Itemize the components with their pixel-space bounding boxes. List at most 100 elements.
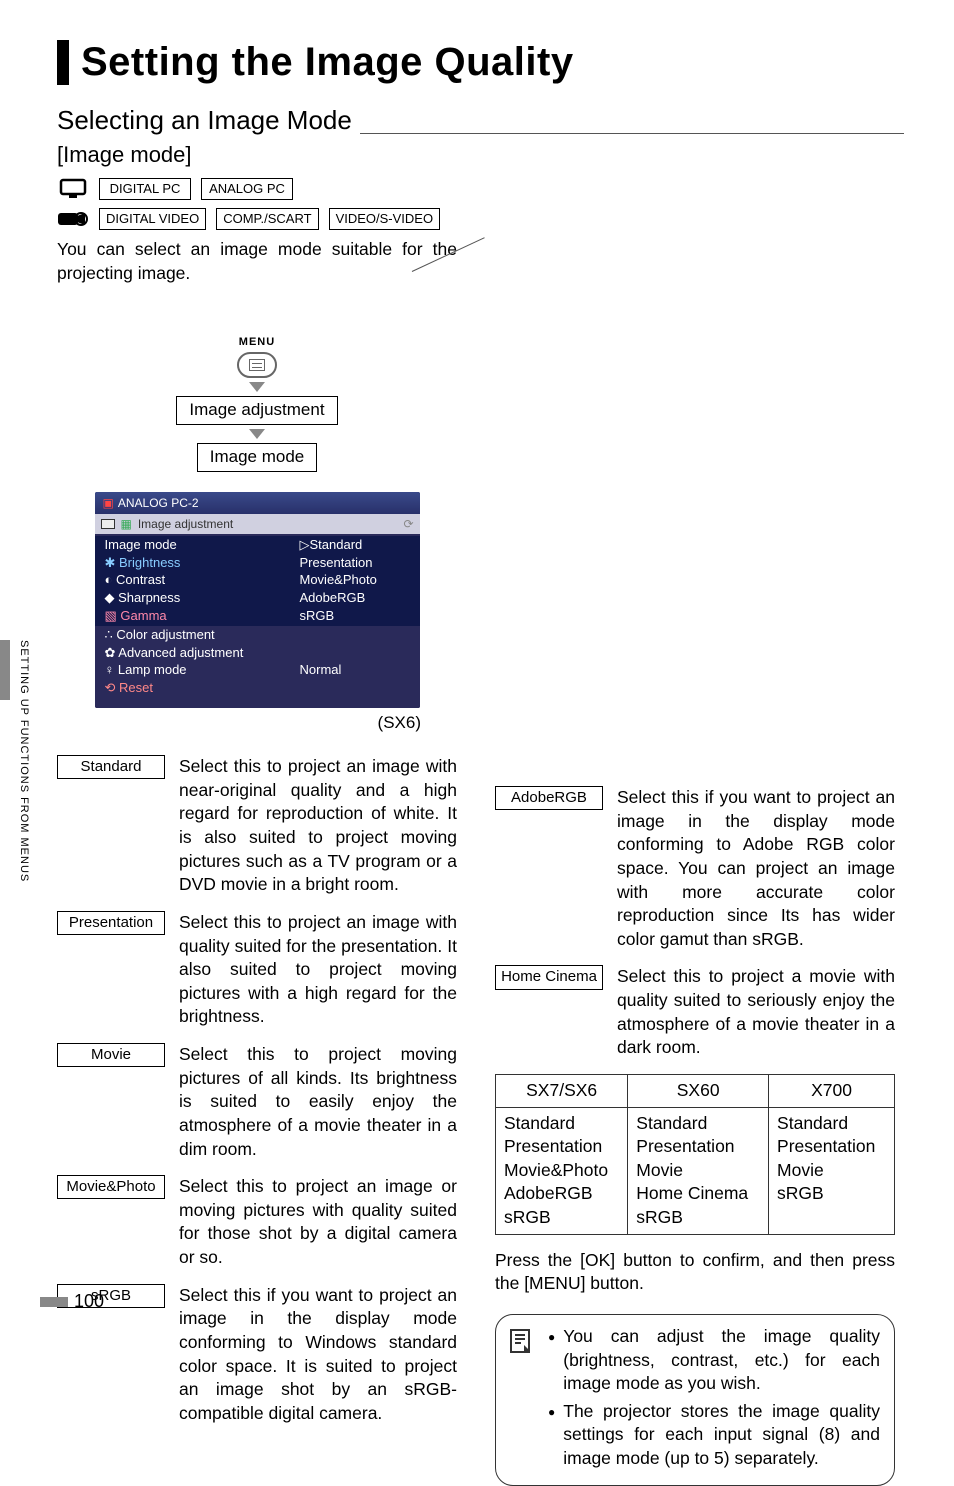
menu-sub-option: Presentation bbox=[300, 554, 410, 572]
page-number-bar bbox=[40, 1297, 68, 1307]
arrow-down-icon bbox=[249, 429, 265, 439]
table-header: SX60 bbox=[628, 1074, 769, 1107]
menu-sub-option: AdobeRGB bbox=[300, 589, 410, 607]
menu-item-key: Image mode bbox=[105, 536, 300, 554]
table-cell-value: Presentation bbox=[777, 1135, 886, 1159]
menu-sub-option: Movie&Photo bbox=[300, 571, 410, 589]
menu-item-key: ♀ Lamp mode bbox=[105, 661, 300, 679]
menu-header-text: ANALOG PC-2 bbox=[118, 496, 199, 510]
subsection-title: Selecting an Image Mode bbox=[57, 103, 362, 138]
mode-entry: AdobeRGB Select this if you want to proje… bbox=[495, 786, 895, 951]
table-cell: StandardPresentationMoviesRGB bbox=[769, 1107, 895, 1234]
table-cell-value: Standard bbox=[777, 1112, 886, 1136]
table-cell-value: Standard bbox=[636, 1112, 760, 1136]
mode-label: Standard bbox=[57, 755, 165, 779]
mode-entry: Movie Select this to project moving pictu… bbox=[57, 1043, 457, 1161]
table-cell: StandardPresentationMovieHome CinemasRGB bbox=[628, 1107, 769, 1234]
table-cell-value: Movie&Photo bbox=[504, 1159, 619, 1183]
menu-label: MENU bbox=[157, 335, 357, 350]
subsection-label: [Image mode] bbox=[57, 142, 904, 168]
pc-tag-row: DIGITAL PC ANALOG PC bbox=[57, 176, 457, 202]
tab-icon bbox=[101, 519, 115, 529]
tag-video-svideo: VIDEO/S-VIDEO bbox=[329, 208, 441, 230]
screenshot-caption: (SX6) bbox=[57, 712, 421, 735]
model-table: SX7/SX6SX60X700 StandardPresentationMovi… bbox=[495, 1074, 895, 1235]
mode-description: Select this to project an image with nea… bbox=[179, 755, 457, 897]
table-cell-value: Movie bbox=[777, 1159, 886, 1183]
mode-description: Select this to project a movie with qual… bbox=[617, 965, 895, 1060]
side-tab-bar bbox=[0, 640, 10, 700]
side-tab-text: SETTING UP FUNCTIONS FROM MENUS bbox=[18, 640, 29, 882]
table-cell-value: sRGB bbox=[636, 1206, 760, 1230]
menu-item-key: ◆ Sharpness bbox=[105, 589, 300, 607]
mode-label: Home Cinema bbox=[495, 965, 603, 989]
table-cell-value: sRGB bbox=[504, 1206, 619, 1230]
arrow-down-icon bbox=[249, 382, 265, 392]
title-bar: Setting the Image Quality bbox=[57, 40, 904, 85]
mode-entry: Home Cinema Select this to project a movi… bbox=[495, 965, 895, 1060]
content-columns: DIGITAL PC ANALOG PC DIGITAL VIDEO COMP.… bbox=[57, 176, 904, 1486]
menu-item-key: ✿ Advanced adjustment bbox=[105, 644, 410, 662]
mode-label: Presentation bbox=[57, 911, 165, 935]
right-column: AdobeRGB Select this if you want to proje… bbox=[495, 176, 895, 1486]
flow-step-1: Image adjustment bbox=[176, 396, 337, 425]
mode-entry: Standard Select this to project an image … bbox=[57, 755, 457, 897]
menu-button-icon bbox=[237, 352, 277, 378]
note-box: You can adjust the image quality (bright… bbox=[495, 1314, 895, 1486]
note-item: The projector stores the image quality s… bbox=[548, 1400, 880, 1471]
mode-description: Select this to project an image with qua… bbox=[179, 911, 457, 1029]
menu-header: ▣ANALOG PC-2 bbox=[95, 492, 420, 514]
menu-flow: MENU Image adjustment Image mode bbox=[157, 335, 357, 472]
mode-description: Select this if you want to project an im… bbox=[179, 1284, 457, 1426]
page-number-text: 100 bbox=[74, 1291, 104, 1311]
note-icon bbox=[506, 1327, 536, 1357]
menu-item-val: ▷Standard bbox=[300, 536, 410, 554]
table-cell-value: Presentation bbox=[504, 1135, 619, 1159]
menu-tabs: ▦ Image adjustment ⟳ bbox=[95, 514, 420, 534]
note-item: You can adjust the image quality (bright… bbox=[548, 1325, 880, 1396]
note-text: You can adjust the image quality (bright… bbox=[563, 1325, 880, 1396]
table-cell-value: AdobeRGB bbox=[504, 1182, 619, 1206]
mode-entry: sRGBSelect this if you want to project a… bbox=[57, 1284, 457, 1426]
mode-label: Movie bbox=[57, 1043, 165, 1067]
mode-label: AdobeRGB bbox=[495, 786, 603, 810]
flow-step-2: Image mode bbox=[197, 443, 318, 472]
table-header: X700 bbox=[769, 1074, 895, 1107]
note-list: You can adjust the image quality (bright… bbox=[548, 1325, 880, 1475]
mode-entry: Movie&Photo Select this to project an ima… bbox=[57, 1175, 457, 1270]
mode-description: Select this to project moving pictures o… bbox=[179, 1043, 457, 1161]
side-tab: SETTING UP FUNCTIONS FROM MENUS bbox=[0, 640, 22, 900]
menu-sub-option: sRGB bbox=[300, 607, 410, 625]
menu-body: Image mode ▷Standard ✱ BrightnessPresent… bbox=[95, 534, 420, 708]
table-cell-value: Movie bbox=[636, 1159, 760, 1183]
table-cell: StandardPresentationMovie&PhotoAdobeRGBs… bbox=[496, 1107, 628, 1234]
mode-label: Movie&Photo bbox=[57, 1175, 165, 1199]
tag-digital-pc: DIGITAL PC bbox=[99, 178, 191, 200]
menu-screenshot: ▣ANALOG PC-2 ▦ Image adjustment ⟳ Image … bbox=[95, 492, 420, 708]
table-cell-value: Presentation bbox=[636, 1135, 760, 1159]
press-instruction: Press the [OK] button to confirm, and th… bbox=[495, 1249, 895, 1296]
mode-description: Select this to project an image or movin… bbox=[179, 1175, 457, 1270]
menu-item-key: ⟲ Reset bbox=[105, 679, 410, 697]
intro-text: You can select an image mode suitable fo… bbox=[57, 238, 457, 285]
page-title: Setting the Image Quality bbox=[81, 40, 904, 85]
left-column: DIGITAL PC ANALOG PC DIGITAL VIDEO COMP.… bbox=[57, 176, 457, 1486]
video-tag-row: DIGITAL VIDEO COMP./SCART VIDEO/S-VIDEO bbox=[57, 206, 457, 232]
tag-analog-pc: ANALOG PC bbox=[201, 178, 293, 200]
tag-digital-video: DIGITAL VIDEO bbox=[99, 208, 206, 230]
menu-item-key: ▧ Gamma bbox=[105, 607, 300, 625]
table-header: SX7/SX6 bbox=[496, 1074, 628, 1107]
tab-scroll-icon: ⟳ bbox=[403, 516, 413, 532]
page: Setting the Image Quality Selecting an I… bbox=[0, 0, 954, 1352]
subsection-heading: Selecting an Image Mode [Image mode] bbox=[57, 103, 904, 168]
mode-list-left: Standard Select this to project an image … bbox=[57, 755, 457, 1425]
table-cell-value: Standard bbox=[504, 1112, 619, 1136]
menu-item-key: ✱ Brightness bbox=[105, 554, 300, 572]
tag-comp-scart: COMP./SCART bbox=[216, 208, 318, 230]
note-text: The projector stores the image quality s… bbox=[563, 1400, 880, 1471]
mode-entry: Presentation Select this to project an im… bbox=[57, 911, 457, 1029]
video-camera-icon bbox=[57, 206, 89, 232]
mode-list-right: AdobeRGB Select this if you want to proje… bbox=[495, 786, 895, 1060]
mode-description: Select this if you want to project an im… bbox=[617, 786, 895, 951]
menu-tab-label: Image adjustment bbox=[138, 516, 233, 532]
